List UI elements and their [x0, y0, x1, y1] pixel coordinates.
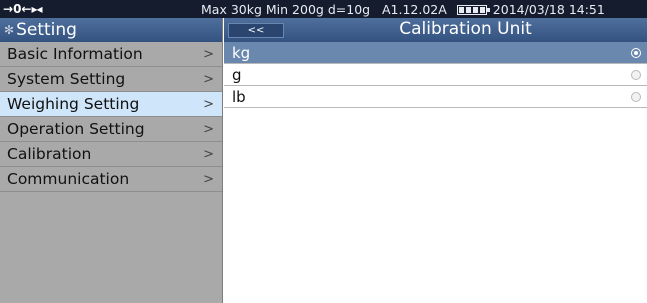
chevron-right-icon: > [203, 147, 214, 162]
unit-option-lb[interactable]: lb [224, 86, 647, 108]
arrow-right-icon: → [3, 2, 13, 16]
sidebar-header: ✻ Setting [0, 18, 222, 42]
radio-button[interactable] [631, 70, 641, 80]
unit-option-label: lb [232, 87, 246, 106]
tare-icon: ▸◂ [31, 2, 42, 16]
sidebar-item-basic-information[interactable]: Basic Information > [0, 42, 222, 67]
back-button[interactable]: << [228, 23, 284, 38]
min-capacity: Min 200g [265, 2, 324, 17]
zero-indicator: 0 [13, 2, 21, 16]
sidebar-item-label: Weighing Setting [7, 95, 140, 113]
chevron-right-icon: > [203, 47, 214, 62]
firmware-version: A1.12.02A [382, 2, 447, 17]
panel-header: << Calibration Unit [224, 18, 647, 42]
radio-button[interactable] [631, 92, 641, 102]
sidebar-item-label: System Setting [7, 70, 126, 88]
chevron-right-icon: > [203, 72, 214, 87]
status-info: Max 30kg Min 200g d=10g A1.12.02A 2014/0… [201, 2, 605, 17]
sidebar-item-label: Basic Information [7, 45, 143, 63]
sidebar-item-operation-setting[interactable]: Operation Setting > [0, 117, 222, 142]
unit-option-label: g [232, 65, 242, 84]
battery-icon [456, 5, 490, 15]
page-title: Calibration Unit [399, 19, 532, 39]
unit-option-label: kg [232, 43, 251, 62]
sidebar-item-weighing-setting[interactable]: Weighing Setting > [0, 92, 222, 117]
chevron-right-icon: > [203, 97, 214, 112]
unit-option-g[interactable]: g [224, 64, 647, 86]
arrow-left-icon: ← [21, 2, 31, 16]
gear-icon: ✻ [4, 23, 15, 37]
radio-button[interactable] [631, 48, 641, 58]
max-capacity: Max 30kg [201, 2, 262, 17]
sidebar-title: Setting [16, 20, 77, 40]
status-icons: → 0 ← ▸◂ [3, 0, 43, 18]
chevron-right-icon: > [203, 122, 214, 137]
sidebar-item-label: Calibration [7, 145, 92, 163]
chevron-right-icon: > [203, 172, 214, 187]
settings-sidebar: ✻ Setting Basic Information > System Set… [0, 18, 223, 303]
sidebar-item-calibration[interactable]: Calibration > [0, 142, 222, 167]
sidebar-item-label: Operation Setting [7, 120, 145, 138]
unit-option-kg[interactable]: kg [224, 42, 647, 64]
date-time: 2014/03/18 14:51 [492, 2, 605, 17]
division-value: d=10g [327, 2, 371, 17]
sidebar-item-label: Communication [7, 170, 130, 188]
calibration-unit-panel: << Calibration Unit kg g lb [224, 18, 647, 303]
status-bar: → 0 ← ▸◂ Max 30kg Min 200g d=10g A1.12.0… [0, 0, 647, 18]
sidebar-item-system-setting[interactable]: System Setting > [0, 67, 222, 92]
sidebar-item-communication[interactable]: Communication > [0, 167, 222, 192]
